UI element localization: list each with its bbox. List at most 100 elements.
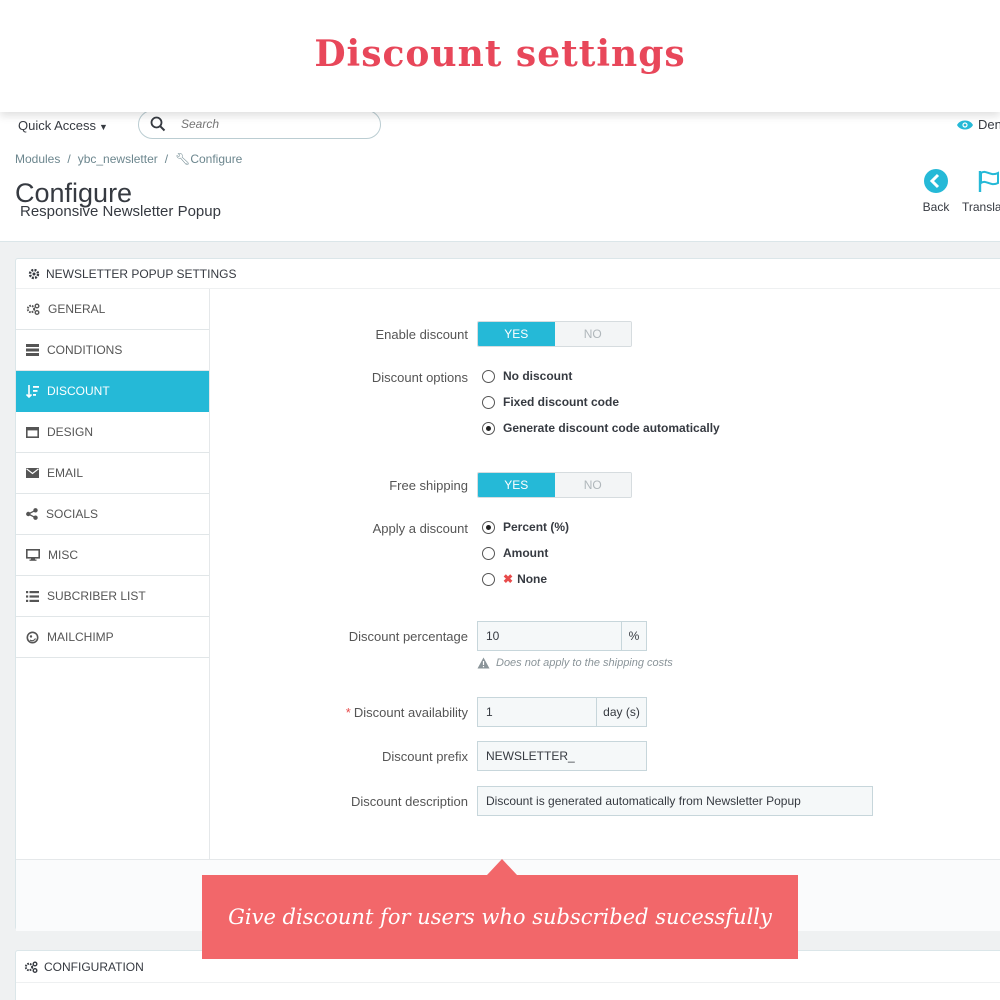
sidebar-item-design[interactable]: DESIGN (16, 412, 209, 453)
discount-percentage-input[interactable]: 10 (477, 621, 622, 651)
admin-topbar: Quick Access▼ Den (0, 110, 1000, 142)
promo-banner: Discount settings (0, 0, 1000, 112)
discount-description-input[interactable]: Discount is generated automatically from… (477, 786, 873, 816)
sidebar-item-socials[interactable]: SOCIALS (16, 494, 209, 535)
free-shipping-label: Free shipping (389, 478, 468, 493)
sidebar-item-discount[interactable]: DISCOUNT (16, 371, 209, 412)
eye-icon (957, 120, 973, 129)
mailchimp-icon (26, 631, 39, 643)
enable-discount-row: Enable discount YES NO (216, 321, 1000, 349)
hint-text: Does not apply to the shipping costs (496, 657, 673, 669)
sidebar-item-label: DISCOUNT (47, 384, 110, 398)
server-icon (26, 344, 39, 356)
translate-button[interactable]: Transla (962, 168, 1000, 214)
callout-text: Give discount for users who subscribed s… (228, 905, 772, 929)
sidebar-item-label: SUBCRIBER LIST (47, 589, 146, 603)
back-label: Back (922, 200, 950, 214)
share-icon (26, 508, 38, 520)
window-icon (26, 426, 39, 438)
sidebar-item-label: SOCIALS (46, 507, 99, 521)
enable-discount-no[interactable]: NO (554, 322, 631, 346)
free-shipping-switch[interactable]: YES NO (477, 472, 632, 498)
quick-access-label: Quick Access (18, 118, 97, 133)
search-input[interactable] (181, 115, 371, 133)
sidebar-item-label: MAILCHIMP (47, 630, 114, 644)
radio-button[interactable] (482, 572, 495, 586)
apply-discount-label: Apply a discount (372, 521, 468, 536)
radio-label: Generate discount code automatically (503, 421, 720, 435)
breadcrumb: Modules / ybc_newsletter / 🔧︎Configure (15, 152, 243, 166)
caret-down-icon: ▼ (99, 122, 108, 132)
times-icon: ✖ (503, 572, 514, 586)
sidebar-item-general[interactable]: GENERAL (16, 289, 209, 330)
sidebar-item-mailchimp[interactable]: MAILCHIMP (16, 617, 209, 658)
radio-percent[interactable]: Percent (%) (482, 520, 569, 534)
radio-amount[interactable]: Amount (482, 546, 548, 560)
radio-button[interactable] (482, 546, 495, 560)
radio-button[interactable] (482, 395, 495, 409)
discount-options-row: Discount options No discount Fixed disco… (216, 369, 1000, 449)
enable-discount-switch[interactable]: YES NO (477, 321, 632, 347)
sort-amount-icon (26, 384, 39, 398)
discount-description-row: Discount description Discount is generat… (216, 786, 1000, 816)
view-shop-link[interactable]: Den (956, 117, 1000, 132)
panel-heading-label: NEWSLETTER POPUP SETTINGS (46, 266, 237, 281)
breadcrumb-module[interactable]: ybc_newsletter (78, 152, 158, 166)
sidebar-item-label: CONDITIONS (47, 343, 123, 357)
free-shipping-yes[interactable]: YES (478, 473, 555, 497)
radio-label: No discount (503, 369, 573, 383)
search-icon[interactable] (150, 116, 166, 132)
cogs-icon (24, 961, 38, 973)
percent-addon: % (622, 621, 647, 651)
radio-button[interactable] (482, 520, 495, 534)
discount-description-label: Discount description (350, 794, 468, 809)
desktop-icon (26, 549, 40, 561)
back-button[interactable]: Back (918, 168, 954, 214)
radio-no-discount[interactable]: No discount (482, 369, 572, 383)
translate-label: Transla (962, 200, 1000, 214)
apply-discount-row: Apply a discount Percent (%) Amount ✖ Non… (216, 520, 1000, 600)
enable-discount-yes[interactable]: YES (478, 322, 555, 346)
sidebar-item-subscriber-list[interactable]: SUBCRIBER LIST (16, 576, 209, 617)
discount-availability-text: Discount availability (353, 705, 468, 720)
radio-label: Amount (503, 546, 549, 560)
search-box (138, 110, 381, 139)
banner-title: Discount settings (314, 33, 686, 75)
radio-button[interactable] (482, 369, 495, 383)
breadcrumb-modules[interactable]: Modules (15, 152, 60, 166)
free-shipping-no[interactable]: NO (554, 473, 631, 497)
sidebar-item-email[interactable]: EMAIL (16, 453, 209, 494)
newsletter-settings-panel: NEWSLETTER POPUP SETTINGS GENERAL CONDIT… (15, 258, 1000, 931)
warning-icon (477, 657, 490, 669)
required-mark: * (345, 705, 351, 720)
free-shipping-row: Free shipping YES NO (216, 472, 1000, 500)
radio-label: None (517, 572, 548, 586)
discount-percentage-label: Discount percentage (348, 629, 468, 644)
sidebar-item-conditions[interactable]: CONDITIONS (16, 330, 209, 371)
discount-prefix-label: Discount prefix (382, 749, 468, 764)
discount-availability-row: * Discount availability 1 day (s) (216, 697, 1000, 727)
enable-discount-label: Enable discount (375, 327, 468, 342)
discount-percentage-hint: Does not apply to the shipping costs (477, 657, 673, 669)
page-header: Modules / ybc_newsletter / 🔧︎Configure Confi… (0, 142, 1000, 242)
sidebar-item-label: MISC (48, 548, 78, 562)
radio-button[interactable] (482, 421, 495, 435)
quick-access-dropdown[interactable]: Quick Access ▼ (18, 118, 108, 133)
cogs-icon (26, 303, 40, 315)
flag-icon (978, 170, 999, 192)
configuration-heading-label: CONFIGURATION (44, 959, 144, 974)
radio-fixed-discount-code[interactable]: Fixed discount code (482, 395, 619, 409)
sidebar-item-label: GENERAL (48, 302, 106, 316)
discount-availability-input[interactable]: 1 (477, 697, 597, 727)
back-arrow-icon (924, 169, 948, 193)
sidebar-item-misc[interactable]: MISC (16, 535, 209, 576)
radio-generate-discount-code[interactable]: Generate discount code automatically (482, 421, 720, 435)
days-addon: day (s) (597, 697, 647, 727)
list-icon (26, 590, 39, 602)
discount-prefix-input[interactable]: NEWSLETTER_ (477, 741, 647, 771)
radio-none[interactable]: ✖ None (482, 572, 547, 586)
discount-percentage-row: Discount percentage 10 % Does not apply … (216, 621, 1000, 676)
sidebar-item-label: EMAIL (47, 466, 84, 480)
discount-availability-label: * Discount availability (216, 705, 468, 720)
settings-sidebar: GENERAL CONDITIONS DISCOUNT DESIGN EMAIL… (16, 289, 210, 859)
